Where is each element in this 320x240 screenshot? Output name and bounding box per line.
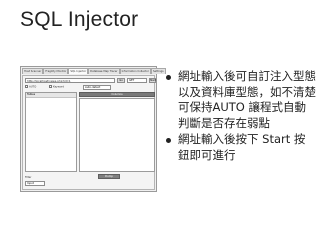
filter-input[interactable]: Input <box>25 181 45 186</box>
bullet-text: 網址輸入後按下 Start 按鈕即可進行 <box>178 132 306 162</box>
tab-bar: Host Scanner Fragility Monitor SQL Injec… <box>22 68 166 75</box>
bullet-list: 網址輸入後可自訂注入型態以及資料庫型態，如不清楚可保持AUTO 讓程式自動判斷是… <box>166 69 316 165</box>
option-keyword-label: Keyword <box>53 85 65 89</box>
go-button[interactable]: Go <box>117 78 125 83</box>
bullet-item: 網址輸入後可自訂注入型態以及資料庫型態，如不清楚可保持AUTO 讓程式自動判斷是… <box>166 69 316 131</box>
option-auto-label: AUTO <box>29 85 37 89</box>
dump-button[interactable]: Dump <box>98 174 120 179</box>
slide-title: SQL Injector <box>20 8 139 31</box>
bullet-dot-icon <box>166 138 171 144</box>
tab-fragility-monitor[interactable]: Fragility Monitor <box>43 68 69 74</box>
bullet-item: 網址輸入後按下 Start 按鈕即可進行 <box>166 132 316 163</box>
tab-information-collector[interactable]: Information Collector <box>119 68 151 74</box>
checkbox-icon[interactable] <box>25 85 28 88</box>
option-keyword[interactable]: Keyword <box>49 85 64 90</box>
tab-settings[interactable]: Settings <box>150 68 166 74</box>
sql-injector-window: Host Scanner Fragility Monitor SQL Injec… <box>20 66 166 192</box>
tables-list-header: Tables <box>26 93 76 98</box>
columns-header: Columns <box>79 92 155 97</box>
tab-panel: http://localhost/news.php?id=1 Go GET St… <box>22 75 156 190</box>
url-input[interactable]: http://localhost/news.php?id=1 <box>25 78 115 83</box>
tables-list[interactable]: Tables <box>25 92 77 172</box>
database-type-select[interactable]: Auto-detect <box>83 85 111 90</box>
option-auto[interactable]: AUTO <box>25 85 36 90</box>
tab-host-scanner[interactable]: Host Scanner <box>22 68 44 74</box>
tab-database-map[interactable]: Database Map Tracer <box>88 68 120 74</box>
bullet-dot-icon <box>166 75 171 80</box>
filter-label: Filter <box>25 176 32 179</box>
method-select[interactable]: GET <box>127 78 147 83</box>
results-area[interactable] <box>79 98 155 172</box>
tab-sql-injector[interactable]: SQL Injector <box>68 68 89 74</box>
checkbox-icon[interactable] <box>49 85 52 88</box>
bullet-text: 網址輸入後可自訂注入型態以及資料庫型態，如不清楚可保持AUTO 讓程式自動判斷是… <box>178 69 316 130</box>
start-button[interactable]: Start <box>149 78 156 83</box>
